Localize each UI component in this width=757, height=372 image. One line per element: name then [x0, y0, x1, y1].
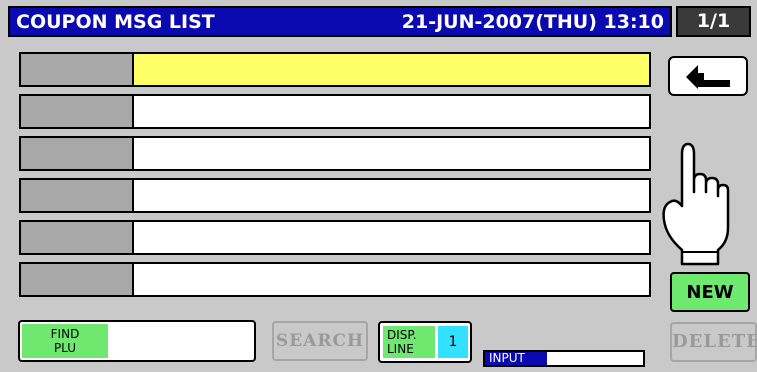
list-item-text	[134, 54, 649, 85]
list-item-text	[134, 138, 649, 169]
list-item[interactable]	[19, 136, 651, 171]
list-item[interactable]	[19, 94, 651, 129]
list-item-number	[21, 180, 134, 211]
list-item[interactable]	[19, 262, 651, 297]
pointing-hand-icon	[662, 142, 730, 266]
list-item[interactable]	[19, 220, 651, 255]
list-item[interactable]	[19, 52, 651, 87]
disp-line-label: DISP. LINE	[383, 326, 435, 358]
page-indicator: 1/1	[676, 6, 751, 37]
input-indicator: INPUT	[483, 350, 645, 367]
date-time: 21-JUN-2007(THU) 13:10	[401, 11, 664, 33]
list-item-number	[21, 138, 134, 169]
title-bar: COUPON MSG LIST 21-JUN-2007(THU) 13:10	[8, 6, 672, 37]
list-item[interactable]	[19, 178, 651, 213]
list-item-text	[134, 222, 649, 253]
return-arrow-icon	[686, 65, 730, 89]
find-plu-field[interactable]: FIND PLU	[18, 320, 256, 362]
disp-line-value: 1	[438, 326, 468, 358]
list-item-text	[134, 180, 649, 211]
input-label: INPUT	[485, 352, 547, 365]
search-button[interactable]: SEARCH	[272, 321, 368, 361]
new-button[interactable]: NEW	[670, 272, 750, 312]
list-item-number	[21, 54, 134, 85]
list-item-text	[134, 96, 649, 127]
list-item-number	[21, 222, 134, 253]
screen-title: COUPON MSG LIST	[16, 11, 215, 33]
delete-button[interactable]: DELETE	[670, 322, 757, 362]
find-plu-label: FIND PLU	[22, 324, 108, 358]
back-button[interactable]	[668, 56, 748, 96]
disp-line-field[interactable]: DISP. LINE 1	[378, 321, 472, 363]
list-item-number	[21, 96, 134, 127]
list-item-text	[134, 264, 649, 295]
list-item-number	[21, 264, 134, 295]
